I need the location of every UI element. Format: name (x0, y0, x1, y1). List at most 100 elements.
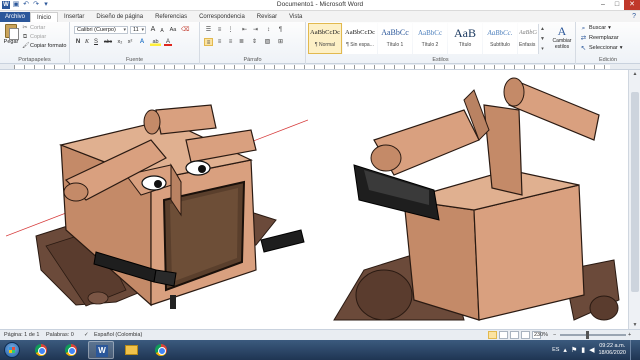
style-titulo-1[interactable]: AaBbCc Título 1 (378, 23, 412, 54)
zoom-in-icon[interactable]: + (628, 330, 631, 340)
paste-button[interactable]: Pegar (3, 24, 19, 54)
more-styles-icon[interactable]: ▾ (539, 44, 546, 54)
word-count[interactable]: Palabras: 0 (46, 330, 74, 340)
language-indicator[interactable]: ES (552, 347, 559, 353)
vertical-scrollbar[interactable]: ▲ ▼ (628, 70, 640, 329)
ruler-scale (14, 65, 610, 69)
taskbar-chrome-3[interactable] (148, 341, 174, 359)
sort-icon[interactable]: ↕ (264, 26, 273, 34)
tab-referencias[interactable]: Referencias (149, 12, 193, 22)
highlight-button[interactable]: ab (150, 38, 161, 46)
maximize-button[interactable]: □ (610, 0, 624, 10)
pilcrow-icon[interactable]: ¶ (276, 26, 285, 34)
font-size-select[interactable]: 11 ▾ (130, 26, 146, 34)
taskbar-word[interactable]: W (88, 341, 114, 359)
select-button[interactable]: ↖ Seleccionar ▾ (580, 44, 623, 53)
clock[interactable]: 09:22 a.m. 18/06/2020 (598, 343, 626, 357)
chevron-down-icon[interactable]: ▼ (539, 34, 546, 44)
scrollbar-thumb[interactable] (631, 92, 639, 292)
borders-icon[interactable]: ⊞ (276, 38, 285, 46)
scroll-up-icon[interactable]: ▲ (629, 70, 640, 78)
minimize-button[interactable]: – (596, 0, 610, 10)
style-name: Título (458, 42, 472, 48)
style-subtitulo[interactable]: AaBbCc. Subtítulo (483, 23, 517, 54)
bullets-icon[interactable]: ☰ (204, 26, 213, 34)
help-icon[interactable]: ? (632, 12, 636, 22)
multilevel-list-icon[interactable]: ⋮ (226, 26, 235, 34)
styles-scroll[interactable]: ▲ ▼ ▾ (538, 24, 546, 54)
volume-icon[interactable]: ◀ (589, 346, 594, 354)
proofing-icon[interactable]: ✓ (84, 330, 89, 340)
line-spacing-icon[interactable]: ⇕ (250, 38, 259, 46)
bold-button[interactable]: N (74, 38, 82, 46)
taskbar-chrome-1[interactable] (28, 341, 54, 359)
justify-icon[interactable]: ≣ (237, 38, 246, 46)
zoom-slider-knob[interactable] (586, 331, 590, 339)
print-layout-icon[interactable] (488, 331, 497, 339)
full-screen-reading-icon[interactable] (499, 331, 508, 339)
shading-icon[interactable]: ▨ (263, 38, 272, 46)
increase-indent-icon[interactable]: ⇥ (251, 26, 260, 34)
tab-revisar[interactable]: Revisar (251, 12, 283, 22)
paragraph-group: ☰ ≡ ⋮ ⇤ ⇥ ↕ ¶ ≡ ≡ ≡ ≣ ⇕ ▨ ⊞ Párrafo (200, 22, 306, 64)
text-effects-button[interactable]: A (138, 38, 146, 46)
strikethrough-button[interactable]: abc (102, 38, 114, 46)
cut-button[interactable]: ✂ Cortar (22, 24, 45, 32)
tab-archivo[interactable]: Archivo (0, 12, 31, 22)
start-button[interactable] (4, 342, 20, 358)
style-titulo[interactable]: AaB Título (448, 23, 482, 54)
network-icon[interactable]: ▮ (581, 346, 585, 354)
style-sin-espaciado[interactable]: AaBbCcDc ¶ Sin espa... (343, 23, 377, 54)
font-color-button[interactable]: A (164, 38, 172, 46)
web-layout-icon[interactable] (510, 331, 519, 339)
decrease-indent-icon[interactable]: ⇤ (240, 26, 249, 34)
flag-icon[interactable]: ⚑ (571, 346, 577, 354)
zoom-slider[interactable] (560, 331, 626, 339)
chevron-up-icon[interactable]: ▲ (539, 24, 546, 34)
page-count[interactable]: Página: 1 de 1 (4, 330, 39, 340)
style-enfasis-sutil[interactable]: AaBbCcDc Énfasis sutil (518, 23, 538, 54)
show-desktop-button[interactable] (630, 340, 636, 360)
italic-button[interactable]: K (83, 38, 91, 46)
document-page[interactable] (0, 70, 628, 329)
align-right-icon[interactable]: ≡ (226, 38, 235, 46)
find-button[interactable]: ⌕ Buscar ▾ (580, 24, 611, 33)
copy-button[interactable]: ⧉ Copiar (22, 33, 46, 41)
copy-label: Copiar (30, 34, 47, 40)
align-center-icon[interactable]: ≡ (215, 38, 224, 46)
editing-group: ⌕ Buscar ▾ ⇄ Reemplazar ↖ Seleccionar ▾ … (576, 22, 640, 64)
show-hidden-icons-icon[interactable]: ▴ (563, 346, 567, 354)
taskbar-chrome-2[interactable] (58, 341, 84, 359)
scroll-down-icon[interactable]: ▼ (629, 321, 640, 329)
clear-format-icon[interactable]: ⌫ (181, 26, 189, 34)
numbering-icon[interactable]: ≡ (215, 26, 224, 34)
language-status[interactable]: Español (Colombia) (94, 330, 142, 340)
tab-insertar[interactable]: Insertar (58, 12, 90, 22)
tab-correspondencia[interactable]: Correspondencia (193, 12, 251, 22)
model-image-side[interactable] (314, 70, 626, 329)
outline-icon[interactable] (521, 331, 530, 339)
tab-diseno-pagina[interactable]: Diseño de página (90, 12, 149, 22)
underline-button[interactable]: S (92, 38, 100, 46)
shrink-font-button[interactable]: A (158, 27, 166, 35)
close-button[interactable]: ✕ (624, 0, 640, 10)
tab-vista[interactable]: Vista (283, 12, 308, 22)
style-sample: AaBbCcDc (345, 29, 375, 36)
grow-font-button[interactable]: A (149, 26, 157, 34)
change-styles-button[interactable]: A Cambiar estilos (550, 24, 574, 50)
style-normal[interactable]: AaBbCcDc ¶ Normal (308, 23, 342, 54)
style-titulo-2[interactable]: AaBbCc Título 2 (413, 23, 447, 54)
taskbar-explorer[interactable] (118, 341, 144, 359)
format-painter-button[interactable]: 🖌 Copiar formato (22, 42, 66, 50)
model-image-front[interactable] (6, 70, 308, 329)
change-case-button[interactable]: Aa (168, 26, 178, 34)
zoom-out-icon[interactable]: − (553, 330, 556, 340)
superscript-button[interactable]: x² (126, 38, 134, 46)
replace-button[interactable]: ⇄ Reemplazar (580, 34, 619, 43)
align-left-icon[interactable]: ≡ (204, 38, 213, 46)
tab-inicio[interactable]: Inicio (30, 12, 59, 22)
style-sample: AaBbCc (417, 29, 443, 37)
subscript-button[interactable]: x₂ (116, 38, 124, 46)
zoom-level[interactable]: 230% (534, 330, 548, 340)
font-name-select[interactable]: Calibri (Cuerpo) ▾ (74, 26, 128, 34)
